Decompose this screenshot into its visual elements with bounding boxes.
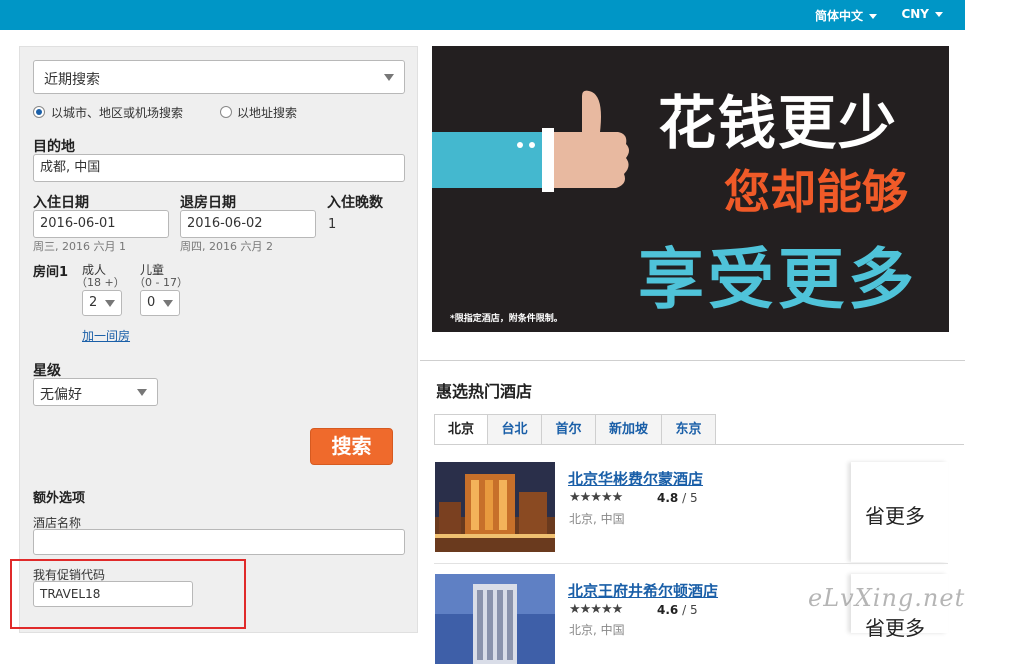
review-score-max: / 5	[682, 603, 698, 617]
banner-footnote: *限指定酒店，附条件限制。	[450, 314, 563, 324]
hotel-name-link[interactable]: 北京华彬费尔蒙酒店	[568, 468, 703, 489]
destination-label: 目的地	[33, 139, 75, 155]
top-bar: 简体中文 CNY	[0, 0, 965, 30]
save-more-label: 省更多	[865, 616, 925, 640]
currency-selector[interactable]: CNY	[901, 7, 943, 21]
tab-seoul[interactable]: 首尔	[541, 414, 596, 445]
review-score-value: 4.8	[657, 491, 679, 505]
room-label: 房间1	[33, 265, 69, 280]
add-room-link[interactable]: 加一间房	[82, 327, 130, 344]
banner-headline-2: 您却能够	[724, 165, 908, 219]
hotel-image[interactable]	[435, 462, 555, 552]
thumbs-up-icon	[432, 90, 629, 192]
star-rating: ★★★★★	[569, 490, 623, 505]
checkout-hint: 周四, 2016 六月 2	[180, 240, 273, 253]
hotel-location: 北京, 中国	[569, 623, 625, 637]
save-more-badge[interactable]: 省更多	[851, 462, 948, 562]
checkout-label: 退房日期	[180, 195, 236, 211]
checkout-date-input[interactable]: 2016-06-02	[180, 210, 316, 238]
review-score-value: 4.6	[657, 603, 679, 617]
nights-value: 1	[328, 217, 337, 232]
star-rating-value: 无偏好	[40, 387, 82, 403]
tab-divider	[434, 444, 964, 445]
recent-search-value: 近期搜索	[44, 72, 100, 88]
child-count-value: 0	[147, 295, 156, 310]
hotel-image[interactable]	[435, 574, 555, 664]
radio-address-label: 以地址搜索	[237, 106, 298, 120]
review-score: 4.6 / 5	[657, 603, 698, 617]
banner-headline-3: 享受更多	[638, 241, 918, 318]
language-selector[interactable]: 简体中文	[815, 7, 877, 24]
chevron-down-icon	[935, 12, 943, 17]
recent-search-select[interactable]: 近期搜索	[33, 60, 405, 94]
hotel-name-link[interactable]: 北京王府井希尔顿酒店	[568, 580, 718, 601]
save-more-label: 省更多	[865, 504, 925, 528]
highlight-box	[10, 559, 246, 629]
search-button[interactable]: 搜索	[310, 428, 393, 465]
adult-count-select[interactable]: 2	[82, 290, 122, 316]
star-rating-label: 星级	[33, 363, 61, 379]
banner-headline-1: 花钱更少	[658, 89, 899, 157]
dropdown-arrow-icon	[105, 300, 115, 307]
radio-city-label: 以城市、地区或机场搜索	[51, 106, 184, 120]
radio-address-search[interactable]	[220, 106, 232, 118]
star-rating-select[interactable]: 无偏好	[33, 378, 158, 406]
section-title: 惠选热门酒店	[436, 382, 533, 401]
watermark: eLvXing.net	[808, 584, 966, 612]
hotel-divider	[434, 563, 948, 564]
currency-label: CNY	[901, 7, 929, 21]
checkin-label: 入住日期	[33, 195, 89, 211]
dropdown-arrow-icon	[163, 300, 173, 307]
tab-beijing[interactable]: 北京	[434, 414, 488, 445]
star-rating: ★★★★★	[569, 602, 623, 617]
review-score: 4.8 / 5	[657, 491, 698, 505]
chevron-down-icon	[869, 14, 877, 19]
promo-banner[interactable]: 花钱更少 您却能够 享受更多 *限指定酒店，附条件限制。	[432, 46, 949, 332]
radio-city-search[interactable]	[33, 106, 45, 118]
page-margin	[965, 30, 1015, 633]
destination-input[interactable]: 成都, 中国	[33, 154, 405, 182]
hotel-location: 北京, 中国	[569, 512, 625, 526]
child-count-select[interactable]: 0	[140, 290, 180, 316]
checkin-date-input[interactable]: 2016-06-01	[33, 210, 169, 238]
dropdown-arrow-icon	[384, 74, 394, 81]
tab-taipei[interactable]: 台北	[487, 414, 542, 445]
language-label: 简体中文	[814, 9, 863, 23]
adult-count-value: 2	[89, 295, 98, 310]
tab-tokyo[interactable]: 东京	[661, 414, 716, 445]
checkin-hint: 周三, 2016 六月 1	[33, 240, 126, 253]
review-score-max: / 5	[682, 491, 698, 505]
extra-options-label: 额外选项	[33, 491, 86, 506]
tab-singapore[interactable]: 新加坡	[595, 414, 662, 445]
hotel-name-input[interactable]	[33, 529, 405, 555]
adult-range: （18 +）	[76, 276, 125, 289]
dropdown-arrow-icon	[137, 389, 147, 396]
nights-label: 入住晚数	[327, 195, 383, 211]
child-range: （0 - 17）	[134, 276, 188, 289]
